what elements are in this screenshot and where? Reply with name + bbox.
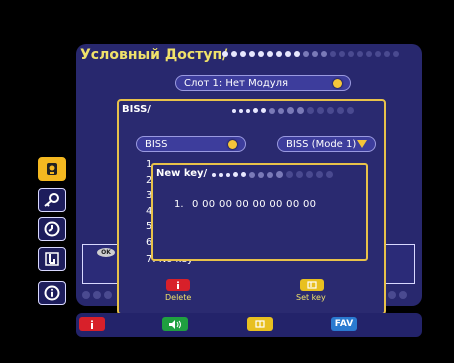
newkey-title: New key/	[156, 168, 208, 179]
biss-title: BISS/	[122, 104, 151, 115]
set-key-label: Set key	[296, 293, 326, 302]
key-index: 1.	[174, 199, 184, 210]
title-progress-dots	[222, 51, 399, 57]
cam-icon[interactable]	[38, 157, 66, 181]
biss-mode-select[interactable]: BISS (Mode 1)	[277, 136, 376, 152]
fav-button[interactable]: FAV	[331, 317, 357, 331]
right-side-box	[383, 244, 415, 284]
biss-toggle-label: BISS	[145, 138, 168, 150]
info-icon[interactable]	[38, 281, 66, 305]
ok-badge: OK	[97, 248, 115, 257]
biss-progress-dots	[232, 107, 354, 114]
chevron-down-icon	[357, 140, 367, 148]
lower-dots	[82, 291, 112, 299]
newkey-progress-dots	[212, 171, 333, 178]
green-audio-button[interactable]	[162, 317, 188, 331]
lower-dots-right	[388, 291, 407, 299]
delete-button[interactable]	[166, 279, 190, 291]
yellow-button[interactable]	[247, 317, 273, 331]
set-key-button[interactable]	[300, 279, 324, 291]
settings-icon[interactable]	[38, 247, 66, 271]
red-info-button[interactable]	[79, 317, 105, 331]
delete-label: Delete	[165, 293, 192, 302]
biss-mode-label: BISS (Mode 1)	[286, 138, 357, 150]
slot-selector[interactable]: Слот 1: Нет Модуля	[175, 75, 351, 91]
slot-label: Слот 1: Нет Модуля	[184, 77, 289, 89]
biss-toggle[interactable]: BISS	[136, 136, 246, 152]
biss-toggle-knob-icon	[228, 139, 237, 149]
page-title: Условный Доступ/	[80, 47, 228, 63]
key-icon[interactable]	[38, 188, 66, 212]
clock-icon[interactable]	[38, 217, 66, 241]
slot-knob-icon	[333, 78, 342, 88]
key-input[interactable]: 0 00 00 00 00 00 00 00	[192, 199, 316, 210]
